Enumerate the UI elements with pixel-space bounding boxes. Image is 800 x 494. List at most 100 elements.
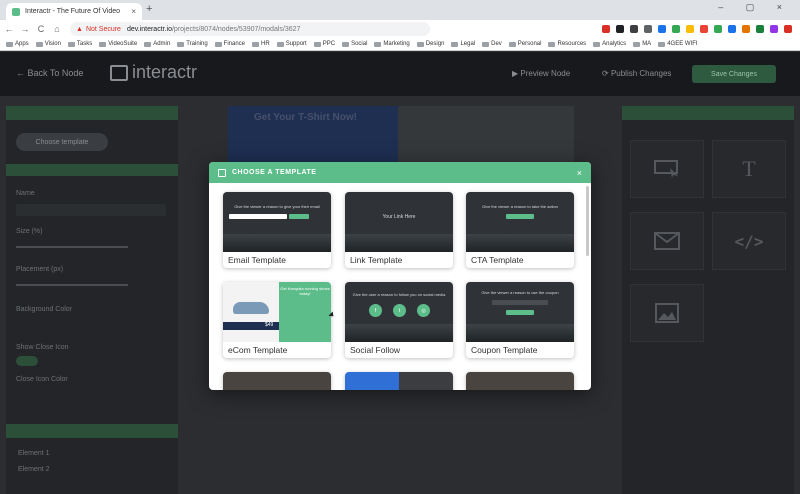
bookmark-item[interactable]: VideoSuite [99, 41, 137, 47]
template-thumbnail [345, 372, 453, 390]
name-input[interactable] [16, 204, 166, 216]
template-card-email[interactable]: Give the viewer a reason to give your th… [223, 192, 331, 268]
extension-icon[interactable] [686, 25, 694, 33]
modal-title: CHOOSE A TEMPLATE [232, 169, 317, 176]
extension-icon[interactable] [784, 25, 792, 33]
back-label: Back To Node [27, 68, 84, 78]
folder-icon [508, 41, 516, 47]
folder-icon [416, 41, 424, 47]
bookmark-label: Analytics [602, 41, 627, 47]
bookmark-item[interactable]: Support [276, 41, 307, 47]
interactr-logo: interactr [110, 62, 197, 83]
template-thumbnail: Give the viewer a reason to give your th… [223, 192, 331, 252]
folder-icon [214, 41, 222, 47]
extension-icon[interactable] [672, 25, 680, 33]
extension-icon[interactable] [770, 25, 778, 33]
click-element-tile[interactable] [630, 140, 704, 198]
folder-icon [177, 41, 185, 47]
template-card-coupon[interactable]: Give the viewer a reason to use the coup… [466, 282, 574, 358]
bookmark-item[interactable]: Tasks [67, 41, 93, 47]
close-icon[interactable]: × [577, 168, 582, 178]
bookmark-label: Social [351, 41, 368, 47]
extension-icon[interactable] [756, 25, 764, 33]
extension-icon[interactable] [742, 25, 750, 33]
template-card-ecom[interactable]: Get Kampala running shoes today! $49 eCo… [223, 282, 331, 358]
extension-icon[interactable] [616, 25, 624, 33]
browser-tab[interactable]: Interactr - The Future Of Video × [6, 3, 142, 20]
extension-icon[interactable] [644, 25, 652, 33]
bookmark-label: Legal [460, 41, 476, 47]
bookmark-item[interactable]: HR [252, 41, 270, 47]
bookmark-item[interactable]: Social [342, 41, 367, 47]
bookmark-item[interactable]: Analytics [593, 41, 626, 47]
code-element-tile[interactable]: </> [712, 212, 786, 270]
bookmark-item[interactable]: Vision [35, 41, 61, 47]
image-element-tile[interactable] [630, 284, 704, 342]
element-item-1[interactable]: Element 1 [18, 450, 50, 457]
bookmark-item[interactable]: Apps [6, 41, 29, 47]
home-icon[interactable]: ⌂ [50, 24, 64, 34]
position-label: Placement (px) [16, 266, 64, 273]
bookmark-label: Tasks [76, 41, 93, 47]
browser-tab-bar: Interactr - The Future Of Video × + – ▢ … [0, 0, 800, 20]
modal-header: CHOOSE A TEMPLATE × [209, 162, 591, 183]
element-item-2[interactable]: Element 2 [18, 466, 50, 473]
tab-title: Interactr - The Future Of Video [25, 8, 121, 15]
tab-close-icon[interactable]: × [131, 7, 136, 16]
bookmark-label: Resources [557, 41, 587, 47]
back-to-node-button[interactable]: ← Back To Node [16, 68, 83, 78]
bookmark-item[interactable]: PPC [313, 41, 335, 47]
forward-arrow-icon[interactable]: → [18, 24, 32, 34]
template-card-row3-1[interactable] [223, 372, 331, 390]
bookmark-item[interactable]: Personal [508, 41, 541, 47]
thumb-button [289, 214, 309, 219]
template-card-link[interactable]: Your Link Here Link Template [345, 192, 453, 268]
reload-icon[interactable]: C [34, 24, 48, 34]
thumb-scenery [466, 324, 574, 342]
template-card-social[interactable]: Give the user a reason to follow you on … [345, 282, 453, 358]
bookmark-item[interactable]: Marketing [374, 41, 410, 47]
folder-icon [144, 41, 152, 47]
window-controls[interactable]: – ▢ × [718, 2, 792, 13]
modal-scrollbar[interactable] [586, 186, 589, 256]
back-arrow-icon[interactable]: ← [2, 24, 16, 34]
bookmark-item[interactable]: 4GEE WIFI [658, 41, 698, 47]
bookmark-item[interactable]: Design [416, 41, 444, 47]
template-label: Social Follow [350, 345, 401, 355]
save-changes-button[interactable]: Save Changes [692, 65, 776, 83]
email-element-tile[interactable] [630, 212, 704, 270]
text-element-tile[interactable]: T [712, 140, 786, 198]
publish-changes-button[interactable]: ⟳ Publish Changes [602, 69, 671, 78]
template-card-row3-3[interactable] [466, 372, 574, 390]
bookmark-item[interactable]: Training [177, 41, 208, 47]
show-close-toggle[interactable] [16, 356, 38, 366]
extension-icon[interactable] [602, 25, 610, 33]
choose-template-button[interactable]: Choose template [16, 133, 108, 151]
panel-header [6, 106, 178, 120]
bookmark-item[interactable]: MA [633, 41, 651, 47]
bookmark-item[interactable]: Finance [214, 41, 245, 47]
extension-icons [602, 25, 800, 33]
bookmark-item[interactable]: Legal [451, 41, 475, 47]
bookmark-item[interactable]: Admin [144, 41, 170, 47]
warning-icon: ▲ [76, 25, 83, 33]
preview-node-button[interactable]: ▶ Preview Node [512, 69, 570, 78]
extension-icon[interactable] [700, 25, 708, 33]
extension-icon[interactable] [728, 25, 736, 33]
canvas-video-frame [398, 106, 574, 166]
new-tab-icon[interactable]: + [146, 3, 152, 15]
extension-icon[interactable] [630, 25, 638, 33]
bookmark-item[interactable]: Resources [548, 41, 586, 47]
template-card-row3-2[interactable] [345, 372, 453, 390]
extension-icon[interactable] [714, 25, 722, 33]
position-slider[interactable] [16, 284, 128, 286]
bookmark-item[interactable]: Dev [482, 41, 502, 47]
size-slider[interactable] [16, 246, 128, 248]
template-label: CTA Template [471, 255, 524, 265]
extension-icon[interactable] [658, 25, 666, 33]
thumb-text: Give the viewer a reason to take the act… [482, 204, 558, 209]
url-input[interactable]: ▲ Not Secure dev.interactr.io /projects/… [70, 22, 430, 36]
thumb-text: Give the viewer a reason to give your th… [234, 204, 320, 209]
security-label[interactable]: Not Secure [86, 26, 121, 33]
template-card-cta[interactable]: Give the viewer a reason to take the act… [466, 192, 574, 268]
